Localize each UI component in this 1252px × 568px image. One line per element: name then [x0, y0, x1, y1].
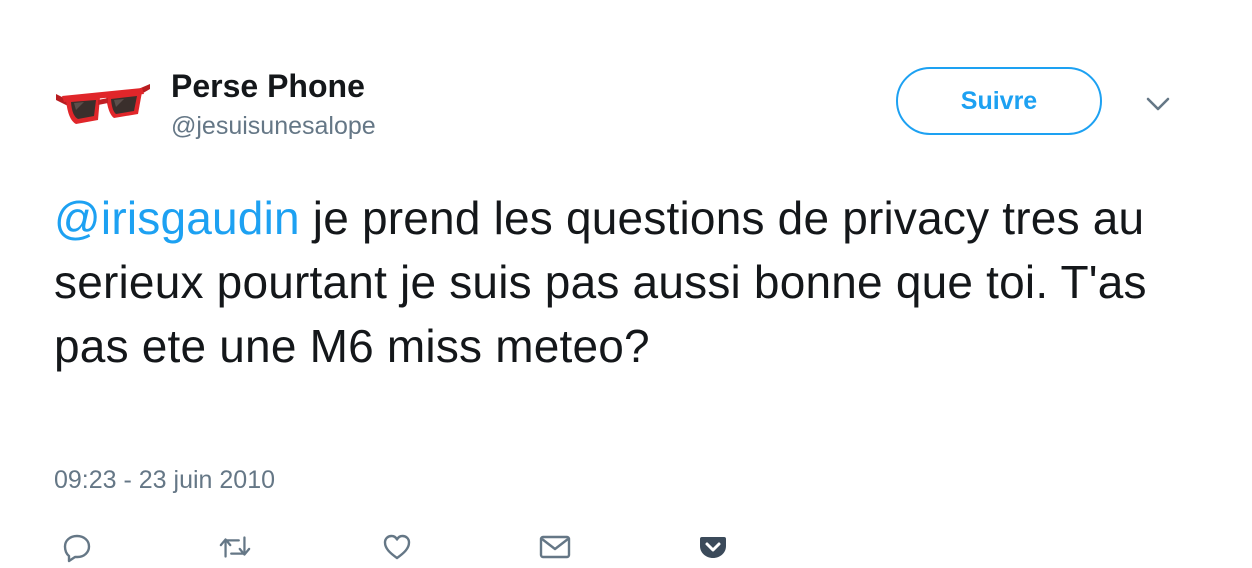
- user-handle[interactable]: @jesuisunesalope: [171, 112, 376, 141]
- display-name[interactable]: Perse Phone: [171, 68, 365, 105]
- retweet-icon: [219, 536, 251, 558]
- pocket-button[interactable]: [696, 530, 730, 564]
- tweet-text: @irisgaudin je prend les questions de pr…: [54, 186, 1214, 378]
- direct-message-button[interactable]: [538, 530, 572, 564]
- avatar[interactable]: [54, 80, 152, 130]
- envelope-icon: [539, 535, 571, 559]
- follow-button[interactable]: Suivre: [896, 67, 1102, 135]
- red-sunglasses-icon: [56, 84, 150, 124]
- retweet-button[interactable]: [218, 530, 252, 564]
- tweet-card: Perse Phone @jesuisunesalope Suivre @iri…: [0, 0, 1252, 568]
- reply-button[interactable]: [60, 530, 94, 564]
- pocket-icon: [700, 537, 726, 558]
- tweet-timestamp[interactable]: 09:23 - 23 juin 2010: [54, 466, 275, 495]
- reply-icon: [63, 534, 91, 563]
- heart-icon: [383, 534, 411, 560]
- more-menu-button[interactable]: [1144, 94, 1172, 114]
- mention-link[interactable]: @irisgaudin: [54, 192, 300, 244]
- like-button[interactable]: [380, 530, 414, 564]
- chevron-down-icon: [1146, 97, 1170, 111]
